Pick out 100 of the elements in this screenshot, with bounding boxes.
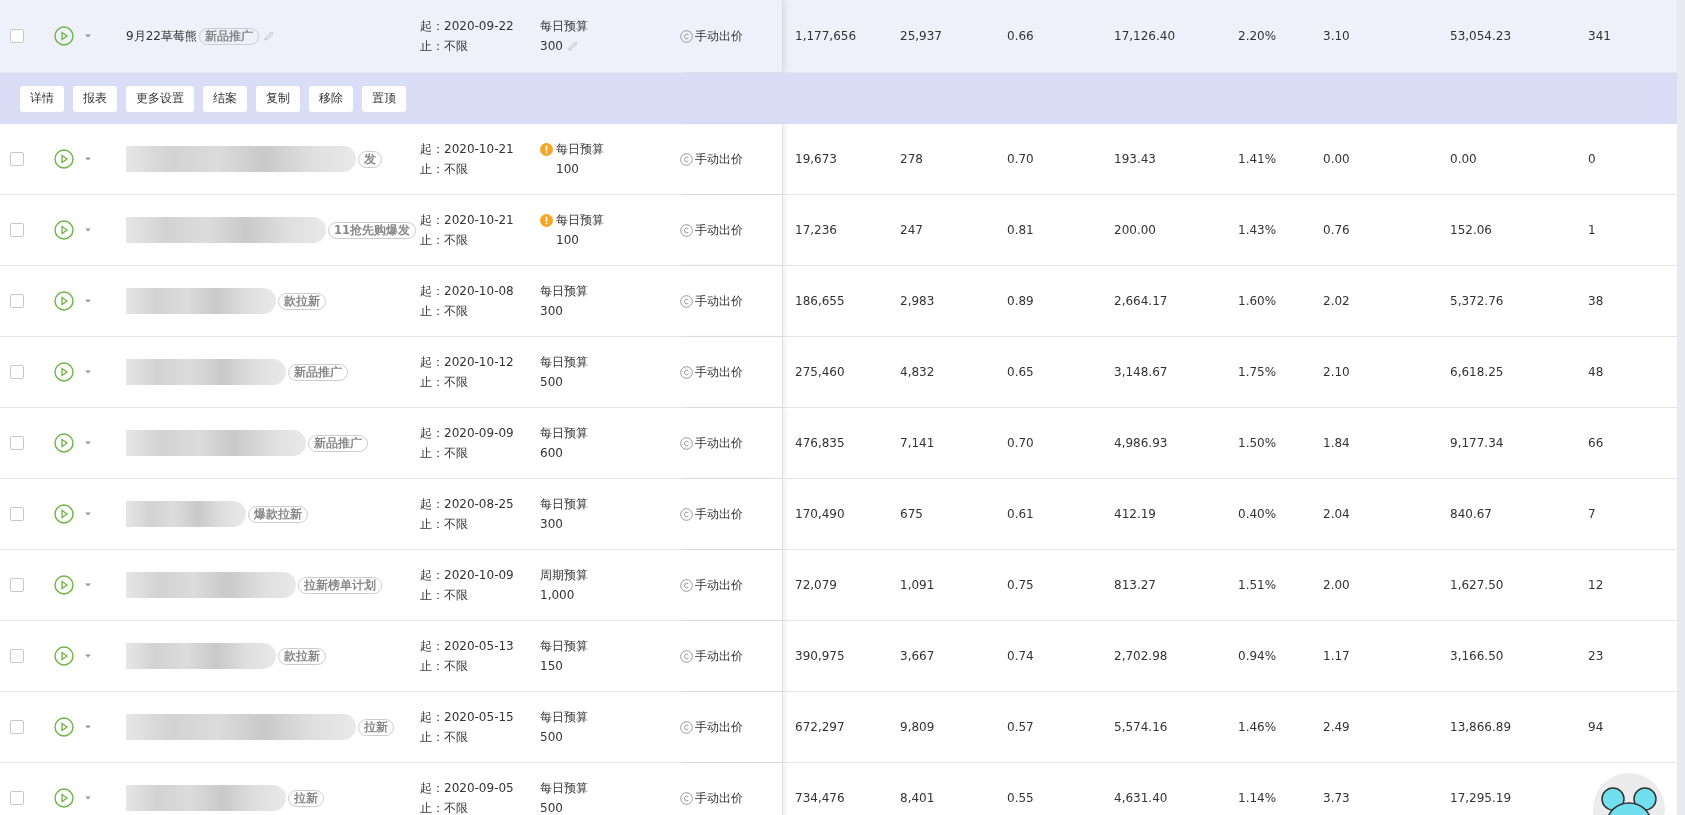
table-row[interactable]: 拉新榜单计划 起：2020-10-09 止：不限 周期预算 1,000 手动出价 72,079 1,091 0.75 813.27 1.51% 2.00 1,627.50 12 xyxy=(0,550,1677,621)
caret-icon[interactable] xyxy=(84,724,92,730)
metric-cell: 341 xyxy=(1588,28,1611,44)
metric-cell: 0.94% xyxy=(1238,648,1277,664)
metric-cell: 0.89 xyxy=(1007,293,1034,309)
metric-cell: 38 xyxy=(1588,293,1604,309)
action-button[interactable]: 更多设置 xyxy=(126,85,194,112)
metric-cell: 23 xyxy=(1588,648,1604,664)
row-checkbox[interactable] xyxy=(10,791,24,805)
caret-icon[interactable] xyxy=(84,298,92,304)
bid-mode: 手动出价 xyxy=(695,28,743,44)
row-checkbox[interactable] xyxy=(10,294,24,308)
play-icon[interactable] xyxy=(54,504,74,524)
metric-cell: 813.27 xyxy=(1114,577,1156,593)
row-checkbox[interactable] xyxy=(10,29,24,43)
caret-icon[interactable] xyxy=(84,369,92,375)
play-icon[interactable] xyxy=(54,26,74,46)
table-row[interactable]: 拉新 起：2020-05-15 止：不限 每日预算 500 手动出价 672,297 9,809 0.57 5,574.16 1.46% 2.49 13,866.89 94 xyxy=(0,692,1677,763)
row-checkbox[interactable] xyxy=(10,152,24,166)
table-row[interactable]: 款拉新 起：2020-10-08 止：不限 每日预算 300 手动出价 186,655 2,983 0.89 2,664.17 1.60% 2.02 5,372.76 38 xyxy=(0,266,1677,337)
caret-icon[interactable] xyxy=(84,653,92,659)
metric-cell: 152.06 xyxy=(1450,222,1492,238)
play-icon[interactable] xyxy=(54,291,74,311)
metric-cell: 0.65 xyxy=(1007,364,1034,380)
metric-cell: 1.14% xyxy=(1238,790,1277,806)
caret-icon[interactable] xyxy=(84,795,92,801)
row-checkbox[interactable] xyxy=(10,649,24,663)
metric-cell: 0.70 xyxy=(1007,151,1034,167)
row-checkbox[interactable] xyxy=(10,365,24,379)
action-button[interactable]: 结案 xyxy=(203,85,247,112)
row-checkbox[interactable] xyxy=(10,578,24,592)
caret-icon[interactable] xyxy=(84,227,92,233)
row-checkbox[interactable] xyxy=(10,436,24,450)
play-icon[interactable] xyxy=(54,788,74,808)
caret-icon[interactable] xyxy=(84,511,92,517)
table-row[interactable]: 爆款拉新 起：2020-08-25 止：不限 每日预算 300 手动出价 170,490 675 0.61 412.19 0.40% 2.04 840.67 7 xyxy=(0,479,1677,550)
metric-cell: 476,835 xyxy=(795,435,845,451)
start-date: 起：2020-09-22 xyxy=(420,18,514,34)
metric-cell: 4,986.93 xyxy=(1114,435,1168,451)
metric-cell: 0.75 xyxy=(1007,577,1034,593)
table-row[interactable]: 9月22草莓熊 新品推广 起：2020-09-22 止：不限 每日预算 300 手动出价 1,177,656 25,937 0.66 17,126.40 2.20% 3.10 53,054.23 341 xyxy=(0,0,1677,73)
play-icon[interactable] xyxy=(54,220,74,240)
caret-icon[interactable] xyxy=(84,440,92,446)
metric-cell: 48 xyxy=(1588,364,1604,380)
play-icon[interactable] xyxy=(54,575,74,595)
metric-cell: 0.00 xyxy=(1450,151,1477,167)
play-icon[interactable] xyxy=(54,717,74,737)
action-button[interactable]: 复制 xyxy=(256,85,300,112)
bid-mode: 手动出价 xyxy=(695,790,743,806)
play-icon[interactable] xyxy=(54,433,74,453)
metric-cell: 0.61 xyxy=(1007,506,1034,522)
start-date: 起：2020-10-09 xyxy=(420,567,514,583)
row-checkbox[interactable] xyxy=(10,507,24,521)
campaign-name[interactable]: 9月22草莓熊 xyxy=(126,28,197,44)
metric-cell: 5,372.76 xyxy=(1450,293,1504,309)
budget-amount: 300 xyxy=(540,516,563,532)
play-icon[interactable] xyxy=(54,149,74,169)
metric-cell: 170,490 xyxy=(795,506,845,522)
metric-cell: 193.43 xyxy=(1114,151,1156,167)
metric-cell: 0 xyxy=(1588,151,1596,167)
budget-label: 每日预算 xyxy=(556,212,604,228)
play-icon[interactable] xyxy=(54,646,74,666)
row-checkbox[interactable] xyxy=(10,223,24,237)
start-date: 起：2020-09-09 xyxy=(420,425,514,441)
caret-icon[interactable] xyxy=(84,582,92,588)
metric-cell: 2,664.17 xyxy=(1114,293,1168,309)
metric-cell: 94 xyxy=(1588,719,1604,735)
budget-amount: 100 xyxy=(556,232,579,248)
start-date: 起：2020-10-21 xyxy=(420,141,514,157)
budget-label: 每日预算 xyxy=(540,638,588,654)
edit-icon[interactable] xyxy=(566,40,579,52)
metric-cell: 0.74 xyxy=(1007,648,1034,664)
table-row[interactable]: 新品推广 起：2020-09-09 止：不限 每日预算 600 手动出价 476,835 7,141 0.70 4,986.93 1.50% 1.84 9,177.34 66 xyxy=(0,408,1677,479)
table-row[interactable]: 新品推广 起：2020-10-12 止：不限 每日预算 500 手动出价 275,460 4,832 0.65 3,148.67 1.75% 2.10 6,618.25 48 xyxy=(0,337,1677,408)
table-row[interactable]: 款拉新 起：2020-05-13 止：不限 每日预算 150 手动出价 390,975 3,667 0.74 2,702.98 0.94% 1.17 3,166.50 23 xyxy=(0,621,1677,692)
start-date: 起：2020-05-13 xyxy=(420,638,514,654)
action-button[interactable]: 置顶 xyxy=(362,85,406,112)
metric-cell: 2,983 xyxy=(900,293,935,309)
metric-cell: 672,297 xyxy=(795,719,845,735)
action-button[interactable]: 移除 xyxy=(309,85,353,112)
metric-cell: 25,937 xyxy=(900,28,942,44)
metric-cell: 278 xyxy=(900,151,923,167)
coin-icon xyxy=(680,152,693,166)
caret-icon[interactable] xyxy=(84,156,92,162)
metric-cell: 200.00 xyxy=(1114,222,1156,238)
action-button[interactable]: 报表 xyxy=(73,85,117,112)
play-icon[interactable] xyxy=(54,362,74,382)
budget-amount: 150 xyxy=(540,658,563,674)
caret-icon[interactable] xyxy=(84,33,92,39)
row-checkbox[interactable] xyxy=(10,720,24,734)
budget-amount: 300 xyxy=(540,303,563,319)
start-date: 起：2020-05-15 xyxy=(420,709,514,725)
action-button[interactable]: 详情 xyxy=(20,85,64,112)
edit-icon[interactable] xyxy=(262,30,275,42)
table-row[interactable]: 发 起：2020-10-21 止：不限 每日预算 100 手动出价 19,673 278 0.70 193.43 1.41% 0.00 0.00 0 xyxy=(0,124,1677,195)
budget-amount: 100 xyxy=(556,161,579,177)
metric-cell: 1,627.50 xyxy=(1450,577,1504,593)
coin-icon xyxy=(680,720,693,734)
scrollbar[interactable] xyxy=(1677,0,1685,815)
metric-cell: 2.02 xyxy=(1323,293,1350,309)
